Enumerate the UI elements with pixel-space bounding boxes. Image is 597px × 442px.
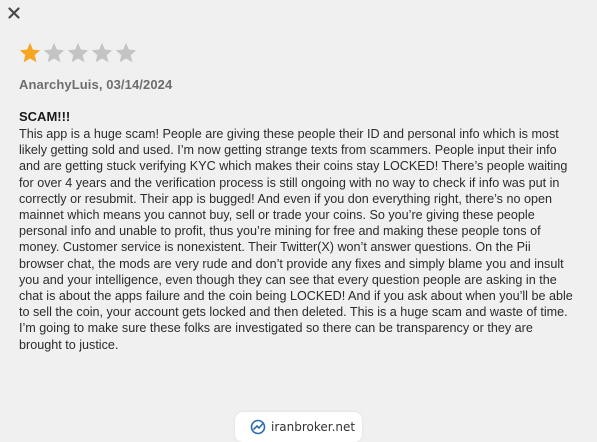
close-icon — [8, 7, 20, 19]
star-empty-icon — [115, 42, 137, 63]
review-body: This app is a huge scam! People are givi… — [19, 127, 573, 352]
close-button[interactable] — [5, 4, 23, 22]
star-filled-icon — [19, 42, 41, 63]
review-title: SCAM!!! — [19, 109, 71, 124]
star-empty-icon — [67, 42, 89, 63]
watermark-badge: iranbroker.net — [235, 412, 362, 442]
star-empty-icon — [91, 42, 113, 63]
review-author-date: AnarchyLuis, 03/14/2024 — [19, 77, 173, 92]
star-empty-icon — [43, 42, 65, 63]
watermark-text: iranbroker.net — [271, 420, 356, 434]
trend-logo-icon — [250, 419, 266, 435]
star-rating — [18, 41, 138, 65]
